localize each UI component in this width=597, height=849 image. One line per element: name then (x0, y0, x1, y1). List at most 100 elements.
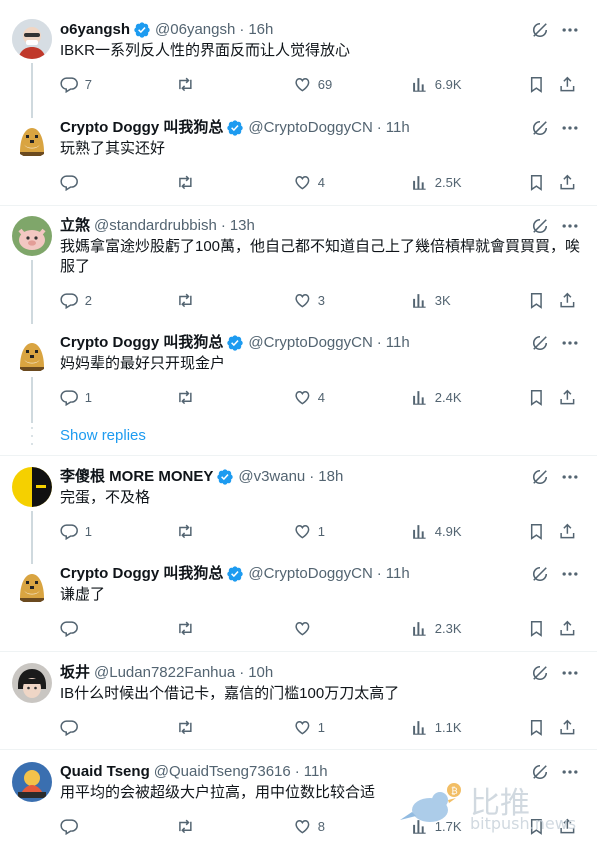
retweet-button[interactable] (176, 521, 195, 541)
bookmark-button[interactable] (527, 172, 546, 192)
avatar[interactable] (12, 216, 52, 256)
user-handle[interactable]: @QuaidTseng73616 (154, 762, 291, 782)
tweet-0[interactable]: o6yangsh @06yangsh · 16h IBKR一系列反人性的界面反而… (0, 0, 597, 119)
grok-icon[interactable] (530, 333, 550, 353)
grok-icon[interactable] (530, 467, 550, 487)
display-name[interactable]: 李傻根 MORE MONEY (60, 467, 213, 487)
views-button[interactable]: 2.4K (410, 387, 462, 407)
user-handle[interactable]: @standardrubbish (94, 216, 217, 236)
like-button[interactable]: 69 (293, 74, 332, 94)
display-name[interactable]: Crypto Doggy 叫我狗总 (60, 118, 223, 138)
tweet-2[interactable]: 立煞 @standardrubbish · 13h 我媽拿富途炒股虧了100萬，… (0, 206, 597, 324)
display-name[interactable]: 坂井 (60, 663, 90, 683)
timestamp[interactable]: 11h (386, 564, 410, 584)
tweet-5[interactable]: Crypto Doggy 叫我狗总 @CryptoDoggyCN · 11h 谦… (0, 564, 597, 650)
share-button[interactable] (558, 717, 577, 737)
avatar[interactable] (12, 333, 52, 373)
retweet-button[interactable] (176, 618, 195, 638)
display-name[interactable]: Crypto Doggy 叫我狗总 (60, 333, 223, 353)
bookmark-button[interactable] (527, 618, 546, 638)
like-button[interactable]: 1 (293, 521, 325, 541)
user-handle[interactable]: @CryptoDoggyCN (248, 118, 372, 138)
bookmark-button[interactable] (527, 387, 546, 407)
avatar[interactable] (12, 564, 52, 604)
avatar[interactable] (12, 118, 52, 158)
more-icon[interactable] (560, 663, 580, 683)
grok-icon[interactable] (530, 216, 550, 236)
share-button[interactable] (558, 290, 577, 310)
user-handle[interactable]: @Ludan7822Fanhua (94, 663, 235, 683)
tweet-3[interactable]: Crypto Doggy 叫我狗总 @CryptoDoggyCN · 11h 妈… (0, 333, 597, 423)
more-icon[interactable] (560, 216, 580, 236)
reply-button[interactable]: 2 (60, 290, 92, 310)
reply-button[interactable] (60, 717, 85, 737)
timestamp[interactable]: 11h (386, 333, 410, 353)
user-handle[interactable]: @v3wanu (238, 467, 305, 487)
more-icon[interactable] (560, 333, 580, 353)
timestamp[interactable]: 18h (318, 467, 343, 487)
views-button[interactable]: 4.9K (410, 521, 462, 541)
user-handle[interactable]: @CryptoDoggyCN (248, 564, 372, 584)
reply-button[interactable] (60, 618, 85, 638)
share-button[interactable] (558, 172, 577, 192)
bookmark-button[interactable] (527, 74, 546, 94)
retweet-button[interactable] (176, 816, 195, 836)
retweet-button[interactable] (176, 74, 195, 94)
grok-icon[interactable] (530, 663, 550, 683)
timestamp[interactable]: 11h (304, 762, 328, 782)
more-icon[interactable] (560, 467, 580, 487)
retweet-button[interactable] (176, 172, 195, 192)
share-icon (560, 389, 575, 404)
like-button[interactable]: 4 (293, 172, 325, 192)
share-button[interactable] (558, 618, 577, 638)
user-handle[interactable]: @06yangsh (155, 20, 235, 40)
avatar[interactable] (12, 467, 52, 507)
more-icon[interactable] (560, 564, 580, 584)
views-button[interactable]: 1.1K (410, 717, 462, 737)
retweet-button[interactable] (176, 717, 195, 737)
tweet-6[interactable]: 坂井 @Ludan7822Fanhua · 10h IB什么时候出个借记卡，嘉信… (0, 652, 597, 748)
like-button[interactable]: 8 (293, 816, 325, 836)
reply-button[interactable]: 1 (60, 387, 92, 407)
retweet-button[interactable] (176, 387, 195, 407)
display-name[interactable]: Quaid Tseng (60, 762, 150, 782)
more-icon[interactable] (560, 20, 580, 40)
reply-button[interactable]: 7 (60, 74, 92, 94)
timestamp[interactable]: 13h (230, 216, 255, 236)
bookmark-button[interactable] (527, 717, 546, 737)
timestamp[interactable]: 10h (248, 663, 273, 683)
grok-icon[interactable] (530, 20, 550, 40)
bookmark-button[interactable] (527, 521, 546, 541)
display-name[interactable]: o6yangsh (60, 20, 130, 40)
like-button[interactable]: 4 (293, 387, 325, 407)
reply-button[interactable] (60, 816, 85, 836)
user-handle[interactable]: @CryptoDoggyCN (248, 333, 372, 353)
bookmark-button[interactable] (527, 290, 546, 310)
more-icon[interactable] (560, 118, 580, 138)
timestamp[interactable]: 11h (386, 118, 410, 138)
avatar[interactable] (12, 663, 52, 703)
display-name[interactable]: Crypto Doggy 叫我狗总 (60, 564, 223, 584)
reply-button[interactable]: 1 (60, 521, 92, 541)
grok-icon[interactable] (530, 118, 550, 138)
share-button[interactable] (558, 387, 577, 407)
grok-icon[interactable] (530, 564, 550, 584)
show-replies-link[interactable]: Show replies (60, 426, 146, 446)
views-button[interactable]: 2.5K (410, 172, 462, 192)
views-button[interactable]: 6.9K (410, 74, 462, 94)
tweet-4[interactable]: 李傻根 MORE MONEY @v3wanu · 18h 完蛋，不及格 1 1 … (0, 456, 597, 564)
like-button[interactable] (293, 618, 318, 638)
timestamp[interactable]: 16h (248, 20, 273, 40)
share-button[interactable] (558, 521, 577, 541)
avatar[interactable] (12, 762, 52, 802)
tweet-1[interactable]: Crypto Doggy 叫我狗总 @CryptoDoggyCN · 11h 玩… (0, 118, 597, 204)
retweet-button[interactable] (176, 290, 195, 310)
like-button[interactable]: 3 (293, 290, 325, 310)
display-name[interactable]: 立煞 (60, 216, 90, 236)
avatar[interactable] (12, 19, 52, 59)
like-button[interactable]: 1 (293, 717, 325, 737)
reply-button[interactable] (60, 172, 85, 192)
views-button[interactable]: 2.3K (410, 618, 462, 638)
views-button[interactable]: 3K (410, 290, 451, 310)
share-button[interactable] (558, 74, 577, 94)
